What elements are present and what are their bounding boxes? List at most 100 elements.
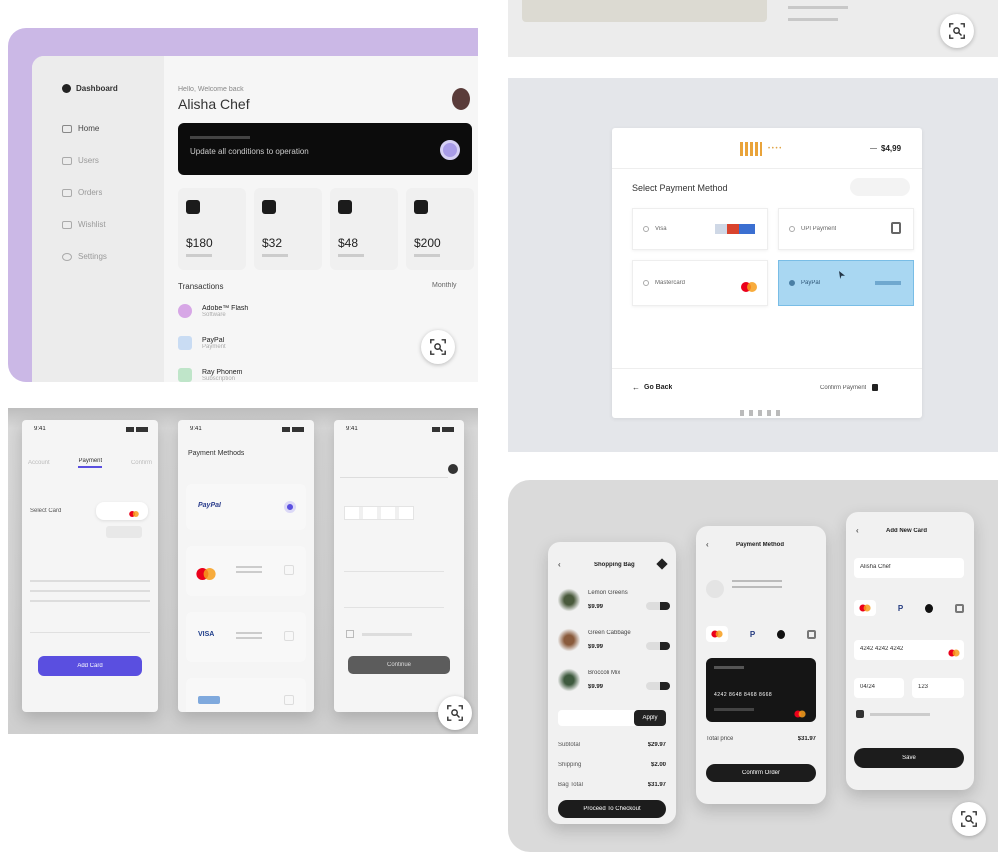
- sidebar-item-settings[interactable]: Settings: [62, 252, 107, 261]
- checkout-tile: ‹ Shopping Bag Lemon Greens $9.99 Green …: [508, 480, 998, 852]
- plant-image: [558, 588, 580, 612]
- back-icon[interactable]: ‹: [706, 540, 709, 549]
- transaction-row[interactable]: Adobe™ Flash Software: [178, 304, 478, 318]
- gpay-icon[interactable]: [806, 629, 816, 639]
- phone-add-card: 9:41 Account Payment Confirm Select Card…: [22, 420, 158, 712]
- item-price: $9.99: [588, 684, 604, 690]
- mastercard-card[interactable]: [186, 546, 306, 596]
- payment-option-paypal[interactable]: PayPal: [778, 260, 914, 306]
- search-field[interactable]: [850, 178, 910, 196]
- credit-card[interactable]: 4242 8648 8468 8668: [706, 658, 816, 722]
- sidebar-item-users[interactable]: Users: [62, 156, 99, 165]
- item-price: $9.99: [588, 644, 604, 650]
- quantity-stepper[interactable]: [646, 642, 670, 650]
- sidebar-item-orders[interactable]: Orders: [62, 188, 102, 197]
- promo-input[interactable]: Apply: [558, 710, 666, 726]
- option-label: Visa: [655, 226, 667, 232]
- transaction-sub: Subscription: [202, 375, 236, 382]
- cvv-field[interactable]: 123: [912, 678, 964, 698]
- gear-icon: [62, 252, 72, 261]
- avatar[interactable]: [452, 88, 470, 110]
- stat-card[interactable]: $32: [254, 188, 322, 270]
- stat-card[interactable]: $180: [178, 188, 246, 270]
- address-section[interactable]: [706, 568, 816, 604]
- tab-payment[interactable]: Payment: [78, 458, 103, 468]
- lens-icon[interactable]: [438, 696, 472, 730]
- lens-icon[interactable]: [940, 14, 974, 48]
- list-item[interactable]: Green Cabbage $9.99: [558, 626, 670, 660]
- transaction-name: PayPal: [202, 336, 225, 344]
- total-label: Total price: [706, 736, 734, 742]
- expiry-fields[interactable]: [344, 506, 414, 520]
- tab-confirm[interactable]: Confirm: [131, 460, 152, 466]
- paypal-card[interactable]: PayPal: [186, 484, 306, 530]
- paypal-icon[interactable]: P: [898, 604, 903, 613]
- mobile-payment-tile: 9:41 Account Payment Confirm Select Card…: [8, 408, 478, 734]
- stat-card[interactable]: $48: [330, 188, 398, 270]
- name-field[interactable]: Alisha Chef: [854, 558, 964, 578]
- list-item[interactable]: Lemon Greens $9.99: [558, 586, 670, 620]
- confirm-payment-button[interactable]: Confirm Payment: [820, 384, 879, 391]
- name-field[interactable]: [344, 560, 444, 572]
- radio-selected-icon: [284, 501, 296, 513]
- expiry-field[interactable]: 04/24: [854, 678, 904, 698]
- save-button[interactable]: Save: [854, 748, 964, 768]
- gpay-icon[interactable]: [954, 603, 964, 613]
- notice-banner[interactable]: Update all conditions to operation: [178, 123, 472, 175]
- list-item[interactable]: Broccoli Mix $9.99: [558, 666, 670, 700]
- paypal-icon[interactable]: P: [750, 630, 755, 639]
- tab-account[interactable]: Account: [28, 460, 50, 466]
- banner-action-icon[interactable]: [440, 140, 460, 160]
- transaction-row[interactable]: Ray Phonem Subscription: [178, 368, 478, 382]
- back-icon[interactable]: ‹: [856, 526, 859, 535]
- payment-icons-row: P: [854, 600, 964, 616]
- filter-dropdown[interactable]: Monthly: [432, 282, 457, 289]
- apply-button[interactable]: Apply: [634, 710, 666, 726]
- selector-dropdown[interactable]: [106, 526, 142, 538]
- checkout-button[interactable]: Proceed To Checkout: [558, 800, 666, 818]
- stat-value: $32: [262, 236, 283, 250]
- quantity-stepper[interactable]: [646, 682, 670, 690]
- save-checkbox[interactable]: [346, 630, 354, 638]
- lens-icon[interactable]: [952, 802, 986, 836]
- user-name-heading: Alisha Chef: [178, 96, 250, 112]
- apple-icon[interactable]: [925, 603, 934, 613]
- apple-icon[interactable]: [777, 629, 786, 639]
- name-value: Alisha Chef: [860, 564, 891, 570]
- summary-value: $29.97: [647, 742, 666, 748]
- mastercard-chip[interactable]: [854, 600, 876, 616]
- visa-card[interactable]: VISA: [186, 612, 306, 662]
- payment-option-visa[interactable]: Visa: [632, 208, 768, 250]
- payment-option-mastercard[interactable]: Mastercard: [632, 260, 768, 306]
- amex-card[interactable]: [186, 678, 306, 712]
- card-number-field[interactable]: [340, 464, 448, 478]
- card-selector[interactable]: [96, 502, 148, 520]
- mastercard-chip[interactable]: [706, 626, 728, 642]
- summary-value: $2.00: [650, 762, 666, 768]
- mastercard-icon: [859, 604, 871, 612]
- camera-icon[interactable]: [448, 464, 458, 474]
- stat-card[interactable]: $200: [406, 188, 474, 270]
- sidebar-item-home[interactable]: Home: [62, 124, 99, 133]
- add-card-button[interactable]: Add Card: [38, 656, 142, 676]
- payment-option-upi[interactable]: UPI Payment: [778, 208, 914, 250]
- save-label: Save: [902, 755, 916, 761]
- phone-payment-methods: 9:41 Payment Methods PayPal VISA: [178, 420, 314, 712]
- sidebar-item-label: Users: [78, 156, 99, 165]
- back-button[interactable]: ← Go Back: [632, 383, 672, 392]
- radio-icon: [284, 565, 294, 575]
- sidebar-item-wishlist[interactable]: Wishlist: [62, 220, 106, 229]
- save-card-toggle[interactable]: [856, 710, 864, 718]
- back-icon[interactable]: ‹: [558, 560, 561, 569]
- transaction-name: Adobe™ Flash: [202, 304, 249, 312]
- edit-icon[interactable]: [656, 558, 668, 570]
- quantity-stepper[interactable]: [646, 602, 670, 610]
- address-field[interactable]: [344, 596, 444, 608]
- lens-icon[interactable]: [421, 330, 455, 364]
- screen-title: Payment Method: [736, 542, 785, 548]
- continue-button[interactable]: Continue: [348, 656, 450, 674]
- confirm-order-button[interactable]: Confirm Order: [706, 764, 816, 782]
- toggle-label-line: [870, 713, 930, 716]
- sidebar-brand[interactable]: Dashboard: [62, 84, 118, 93]
- card-number-field[interactable]: 4242 4242 4242: [854, 640, 964, 660]
